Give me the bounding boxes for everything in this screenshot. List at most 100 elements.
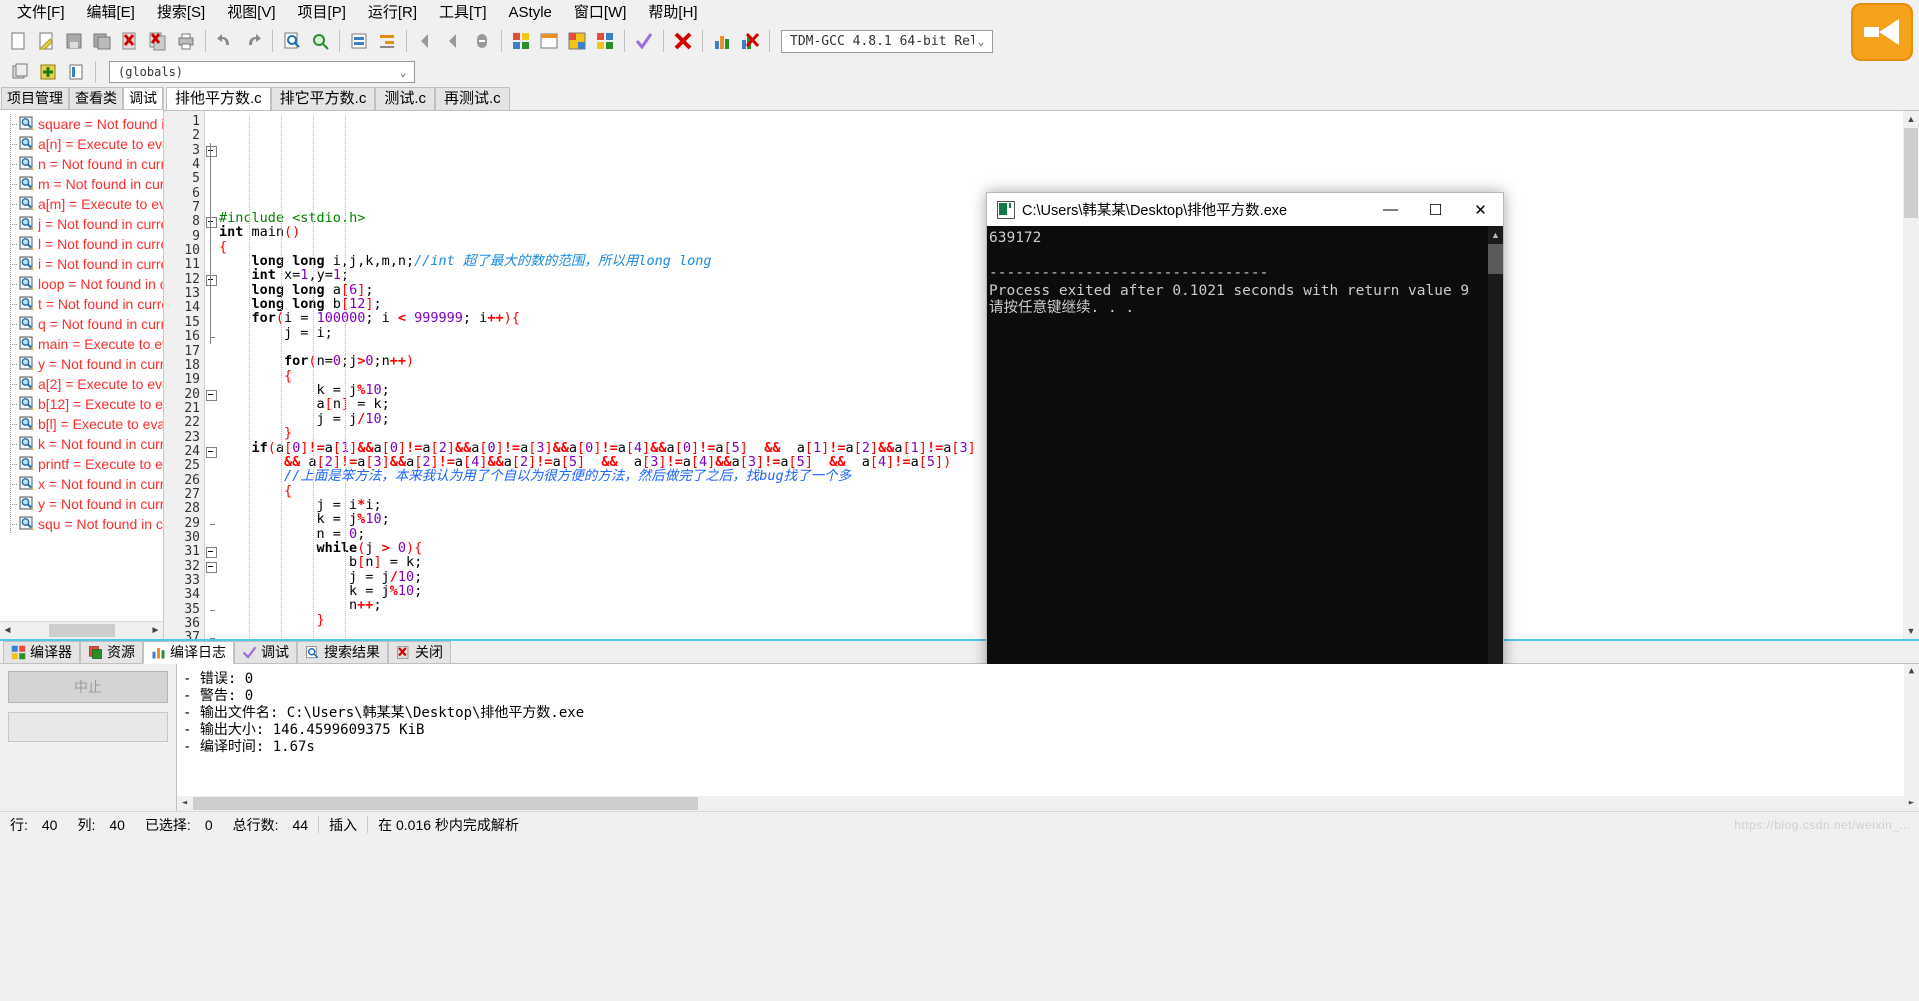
maximize-button[interactable]: ☐ (1413, 193, 1458, 226)
tab-debug-log[interactable]: 调试 (234, 641, 297, 663)
editor-vscroll-thumb[interactable] (1904, 128, 1918, 218)
undo-icon[interactable] (212, 28, 238, 54)
fold-marker[interactable] (205, 560, 219, 574)
watch-item[interactable]: a[2] = Execute to evaluate (6, 374, 163, 394)
fold-marker[interactable] (205, 345, 219, 359)
nav-back-icon[interactable] (413, 28, 439, 54)
watch-item[interactable]: j = Not found in current context (6, 214, 163, 234)
new-file-icon[interactable] (5, 28, 31, 54)
minimize-button[interactable]: — (1368, 193, 1413, 226)
watch-hscroll-track[interactable] (15, 623, 148, 638)
tab-resource[interactable]: 资源 (80, 641, 143, 663)
profile-icon[interactable] (709, 28, 735, 54)
fold-marker[interactable] (205, 158, 219, 172)
watch-item[interactable]: a[n] = Execute to evaluate (6, 134, 163, 154)
fold-marker[interactable] (205, 531, 219, 545)
fold-marker[interactable] (205, 416, 219, 430)
compile-run-icon[interactable] (564, 28, 590, 54)
compile-icon[interactable] (508, 28, 534, 54)
fold-marker[interactable] (205, 129, 219, 143)
tab-project-manager[interactable]: 项目管理 (1, 87, 69, 109)
fold-marker[interactable] (205, 273, 219, 287)
watch-item[interactable]: y = Not found in current context (6, 354, 163, 374)
fold-marker[interactable] (205, 201, 219, 215)
fold-marker[interactable] (205, 187, 219, 201)
fold-marker[interactable] (205, 244, 219, 258)
menu-run[interactable]: 运行[R] (357, 1, 428, 24)
close-file-icon[interactable] (117, 28, 143, 54)
watch-item[interactable]: x = Not found in current context (6, 474, 163, 494)
console-titlebar[interactable]: C:\Users\韩某某\Desktop\排他平方数.exe — ☐ ✕ (987, 193, 1503, 227)
code-fold-column[interactable] (205, 111, 219, 639)
close-button[interactable]: ✕ (1458, 193, 1503, 226)
tab-debug[interactable]: 调试 (123, 87, 163, 110)
editor-vscrollbar[interactable]: ▲ ▼ (1903, 111, 1919, 639)
watch-item[interactable]: n = Not found in current context (6, 154, 163, 174)
fold-marker[interactable] (205, 574, 219, 588)
menu-help[interactable]: 帮助[H] (637, 1, 708, 24)
fold-marker[interactable] (205, 258, 219, 272)
watch-item[interactable]: main = Execute to evaluate (6, 334, 163, 354)
watch-hscrollbar[interactable]: ◄ ► (0, 621, 163, 639)
fold-marker[interactable] (205, 474, 219, 488)
menu-astyle[interactable]: AStyle (498, 1, 563, 24)
fold-marker[interactable] (205, 115, 219, 129)
watch-item[interactable]: a[m] = Execute to evaluate (6, 194, 163, 214)
watch-item[interactable]: b[l] = Execute to evaluate (6, 414, 163, 434)
save-icon[interactable] (61, 28, 87, 54)
fold-marker[interactable] (205, 603, 219, 617)
menu-tools[interactable]: 工具[T] (428, 1, 498, 24)
open-file-icon[interactable] (33, 28, 59, 54)
project-options-icon[interactable] (63, 59, 89, 85)
compile-log-output[interactable]: - 错误: 0- 警告: 0- 输出文件名: C:\Users\韩某某\Desk… (176, 664, 1919, 811)
watch-item[interactable]: q = Not found in current context (6, 314, 163, 334)
fold-marker[interactable] (205, 459, 219, 473)
editor-tab-2[interactable]: 测试.c (375, 87, 436, 110)
print-icon[interactable] (173, 28, 199, 54)
fold-marker[interactable] (205, 359, 219, 373)
console-window[interactable]: C:\Users\韩某某\Desktop\排他平方数.exe — ☐ ✕ 639… (986, 192, 1504, 717)
watch-item[interactable]: i = Not found in current context (6, 254, 163, 274)
delete-profile-icon[interactable] (737, 28, 763, 54)
fold-marker[interactable] (205, 502, 219, 516)
watch-item[interactable]: loop = Not found in current context (6, 274, 163, 294)
console-vscroll-thumb[interactable] (1488, 244, 1503, 274)
fold-marker[interactable] (205, 144, 219, 158)
fold-marker[interactable] (205, 402, 219, 416)
globals-select[interactable]: (globals) ⌄ (109, 61, 415, 83)
abort-button[interactable]: 中止 (8, 671, 168, 703)
watch-item[interactable]: l = Not found in current context (6, 234, 163, 254)
menu-file[interactable]: 文件[F] (6, 1, 76, 24)
log-hscroll-thumb[interactable] (193, 797, 698, 810)
watch-item[interactable]: printf = Execute to evaluate (6, 454, 163, 474)
editor-tab-3[interactable]: 再测试.c (435, 87, 510, 110)
fold-marker[interactable] (205, 588, 219, 602)
editor-tab-0[interactable]: 排他平方数.c (166, 87, 271, 111)
console-output[interactable]: 639172 -------------------------------- P… (987, 226, 1503, 716)
watch-item[interactable]: t = Not found in current context (6, 294, 163, 314)
stop-execution-icon[interactable] (670, 28, 696, 54)
log-hscrollbar[interactable]: ◄ ► (177, 796, 1919, 811)
fold-marker[interactable] (205, 631, 219, 639)
find-icon[interactable] (279, 28, 305, 54)
fold-marker[interactable] (205, 617, 219, 631)
indent-icon[interactable] (374, 28, 400, 54)
watch-hscroll-thumb[interactable] (49, 624, 115, 637)
redo-icon[interactable] (240, 28, 266, 54)
fold-marker[interactable] (205, 545, 219, 559)
save-all-icon[interactable] (89, 28, 115, 54)
menu-window[interactable]: 窗口[W] (563, 1, 638, 24)
scroll-right-icon[interactable]: ► (1904, 796, 1919, 811)
menu-view[interactable]: 视图[V] (216, 1, 286, 24)
tab-compiler[interactable]: 编译器 (3, 641, 80, 663)
fold-marker[interactable] (205, 517, 219, 531)
tab-close-panel[interactable]: 关闭 (388, 641, 451, 663)
compiler-select[interactable]: TDM-GCC 4.8.1 64-bit Release ⌄ (781, 29, 993, 53)
goto-line-icon[interactable] (346, 28, 372, 54)
tab-compile-log[interactable]: 编译日志 (143, 641, 234, 664)
watch-item[interactable]: b[12] = Execute to evaluate (6, 394, 163, 414)
log-vscrollbar[interactable]: ▲ (1904, 664, 1919, 796)
scroll-left-icon[interactable]: ◄ (177, 796, 192, 811)
fold-marker[interactable] (205, 230, 219, 244)
nav-forward-icon[interactable] (441, 28, 467, 54)
